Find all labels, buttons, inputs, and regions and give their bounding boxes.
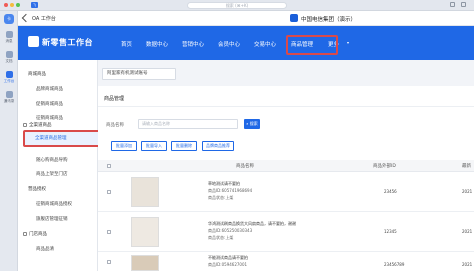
product-name[interactable]: 华鸿测试刷商品换货大风扇商品，请不要拍，谢谢 [208, 221, 296, 226]
product-id: 商品ID:0594627001 [208, 262, 248, 267]
menu-item-distribution-mall-products[interactable]: 征销商城商品 [36, 115, 63, 121]
menu-item-distribution-authorization[interactable]: 征销商城商品授权 [36, 201, 72, 207]
store-account-tab[interactable]: 阿里家有机测试账号 [102, 68, 176, 80]
maximize-window-icon[interactable] [16, 3, 20, 7]
app-rail: 卡 消息 文档 工作台 通讯录 [0, 11, 18, 271]
product-id: 商品ID:605250030343 [208, 228, 253, 233]
rail-item-docs[interactable]: 文档 [0, 51, 18, 64]
table-row[interactable]: 草地测试请不要拍 商品ID:605741968694 商品状态:上架 23456… [98, 172, 474, 212]
divider [98, 106, 474, 107]
column-latest[interactable]: 最新 [462, 163, 471, 169]
batch-import-button[interactable]: 批量导入 [141, 141, 167, 151]
rail-item-label: 文档 [5, 59, 13, 63]
rail-item-workbench[interactable]: 工作台 [0, 71, 18, 84]
doc-icon [5, 51, 13, 58]
product-thumbnail [131, 177, 159, 207]
product-status: 商品状态:上架 [208, 235, 234, 240]
rail-item-contacts[interactable]: 通讯录 [0, 91, 18, 104]
chat-header: OA 工作台 中国电信集团（演示） [18, 11, 474, 26]
menu-group-product-authorization[interactable]: 营品授权 [28, 186, 46, 192]
menu-group-label: 门店商品 [29, 232, 47, 237]
window-titlebar: 飞 搜索 (⌘+K) [0, 0, 474, 11]
nav-home[interactable]: 首页 [121, 40, 132, 48]
rail-item-label: 工作台 [3, 79, 15, 83]
main-content: 阿里家有机测试账号 商品管理 商品名称 请输入商品名称 ⌕ 搜索 批量添加 批量… [98, 60, 474, 271]
app-logo-icon: 飞 [31, 2, 38, 8]
product-panel: 商品管理 商品名称 请输入商品名称 ⌕ 搜索 批量添加 批量导入 批量删除 品牌… [98, 86, 474, 271]
product-status: 商品状态:上架 [208, 195, 234, 200]
product-name-input[interactable]: 请输入商品名称 [138, 119, 238, 129]
external-id: 23456789 [384, 262, 405, 267]
table-row[interactable]: 不能测试商品请不要拍 商品ID:0594627001 23456789 2021 [98, 252, 474, 271]
menu-item-list-to-stores[interactable]: 商品上架至门店 [36, 171, 68, 177]
menu-item-guided-products[interactable]: 随心购商品导购 [36, 157, 68, 163]
org-name[interactable]: 中国电信集团（演示） [301, 15, 356, 23]
menu-item-promo-mall-products[interactable]: 促销商城商品 [36, 101, 63, 107]
product-thumbnail [131, 217, 159, 247]
portal-title: 新零售工作台 [42, 38, 93, 47]
table-header: 商品名称 商品外部ID 最新 [98, 160, 474, 172]
menu-group-omni-channel[interactable]: 全渠道商品 [23, 122, 52, 128]
menu-item-brand-mall-products[interactable]: 品牌商城商品 [36, 86, 63, 92]
latest-time: 2021 [462, 262, 473, 267]
store-icon [23, 231, 27, 236]
close-window-icon[interactable] [4, 3, 8, 7]
omni-channel-icon [23, 122, 27, 127]
batch-add-button[interactable]: 批量添加 [111, 141, 137, 151]
product-id: 商品ID:605741968694 [208, 188, 253, 193]
menu-item-omni-channel-management[interactable]: 全渠道商品管理 [23, 130, 106, 147]
back-arrow-icon[interactable] [21, 13, 31, 23]
column-external-id[interactable]: 商品外部ID [373, 163, 396, 169]
chevron-down-icon[interactable]: ▾ [347, 40, 349, 45]
nav-data-center[interactable]: 数据中心 [146, 40, 168, 48]
rail-item-label: 消息 [5, 39, 13, 43]
chat-title: OA 工作台 [32, 16, 56, 22]
row-checkbox[interactable] [107, 230, 111, 234]
filter-label: 商品名称 [106, 123, 124, 128]
search-icon: ⌕ [246, 121, 249, 126]
batch-delete-button[interactable]: 批量删除 [171, 141, 197, 151]
external-id: 12345 [384, 229, 397, 234]
menu-group-label: 全渠道商品 [29, 123, 52, 128]
select-all-checkbox[interactable] [107, 164, 111, 168]
search-button-label: 搜索 [249, 121, 258, 126]
nav-member-center[interactable]: 会员中心 [218, 40, 240, 48]
brand-recommend-button[interactable]: 品牌商品推荐 [202, 141, 234, 151]
global-search-input[interactable]: 搜索 (⌘+K) [187, 2, 287, 9]
panel-title: 商品管理 [104, 96, 125, 102]
avatar[interactable]: 卡 [4, 14, 14, 24]
table-row[interactable]: 华鸿测试刷商品换货大风扇商品，请不要拍，谢谢 商品ID:605250030343… [98, 212, 474, 252]
menu-item-product-list[interactable]: 商品品清 [36, 246, 54, 252]
latest-time: 2021 [462, 189, 473, 194]
product-name[interactable]: 草地测试请不要拍 [208, 181, 240, 186]
org-logo-icon [290, 14, 298, 22]
minimize-window-icon[interactable] [10, 3, 14, 7]
active-nav-highlight [286, 35, 338, 55]
portal-logo-icon [28, 36, 39, 47]
menu-item-flagship-management[interactable]: 旗舰店管理征销 [36, 216, 68, 222]
portal-header: 新零售工作台 首页 数据中心 营销中心 会员中心 交易中心 商品管理 更多 ▾ [18, 26, 474, 60]
product-thumbnail [131, 255, 159, 271]
rail-item-messages[interactable]: 消息 [0, 31, 18, 44]
rail-item-label: 通讯录 [3, 99, 15, 103]
product-name[interactable]: 不能测试商品请不要拍 [208, 255, 248, 260]
latest-time: 2021 [462, 229, 473, 234]
chat-icon [5, 31, 13, 38]
external-id: 23456 [384, 189, 397, 194]
nav-trade-center[interactable]: 交易中心 [254, 40, 276, 48]
nav-marketing-center[interactable]: 营销中心 [182, 40, 204, 48]
row-checkbox[interactable] [107, 190, 111, 194]
menu-group-store-products[interactable]: 门店商品 [23, 231, 47, 237]
search-button[interactable]: ⌕ 搜索 [244, 119, 260, 129]
row-checkbox[interactable] [107, 260, 111, 264]
side-menu: 商城商品 品牌商城商品 促销商城商品 征销商城商品 全渠道商品 随心购商品导购 … [18, 60, 98, 271]
help-icon[interactable] [461, 2, 466, 7]
workbench-icon [5, 71, 13, 78]
column-product-name[interactable]: 商品名称 [236, 163, 254, 169]
menu-group-mall-products[interactable]: 商城商品 [28, 71, 46, 77]
add-icon[interactable] [450, 2, 455, 7]
contacts-icon [5, 91, 13, 98]
menu-item-label: 全渠道商品管理 [35, 136, 67, 141]
